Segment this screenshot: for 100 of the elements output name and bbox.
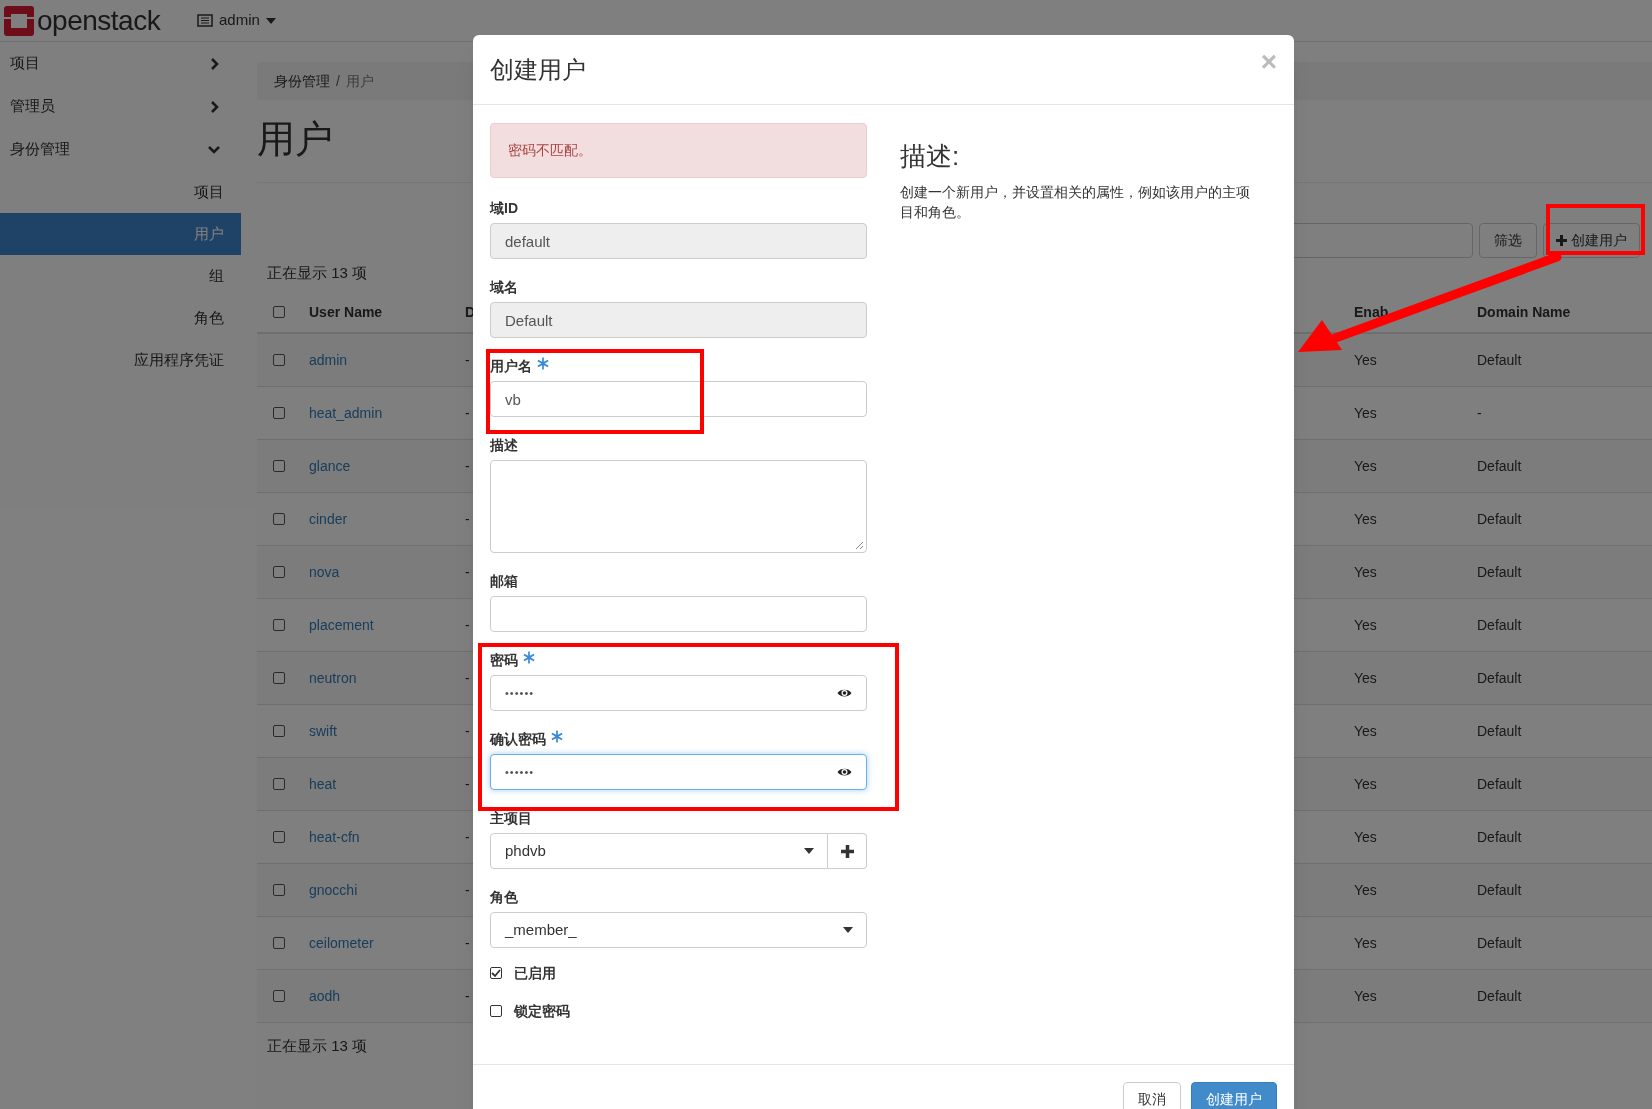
table-cell: Default xyxy=(1477,934,1522,951)
user-link[interactable]: heat_admin xyxy=(309,404,383,421)
field-label: 确认密码 xyxy=(490,729,546,749)
password-field[interactable]: •••••• xyxy=(490,675,867,711)
user-link[interactable]: placement xyxy=(309,616,374,633)
checkbox-label: 已启用 xyxy=(514,963,556,983)
field-label: 域ID xyxy=(490,198,518,218)
checkbox[interactable] xyxy=(490,967,502,979)
user-link[interactable]: ceilometer xyxy=(309,934,374,951)
checkbox[interactable] xyxy=(273,566,285,578)
field-label: 描述 xyxy=(490,435,518,455)
checkbox[interactable] xyxy=(273,513,285,525)
select-field[interactable]: phdvb xyxy=(490,833,828,869)
field-label: 角色 xyxy=(490,887,518,907)
checkbox[interactable] xyxy=(273,619,285,631)
sidebar-item[interactable]: 角色 xyxy=(0,297,241,339)
user-link[interactable]: aodh xyxy=(309,987,341,1004)
help-text: 创建一个新用户，并设置相关的属性，例如该用户的主项目和角色。 xyxy=(900,183,1251,222)
table-cell: Yes xyxy=(1354,404,1377,421)
help-title: 描述: xyxy=(900,140,961,173)
sidebar-item[interactable]: 组 xyxy=(0,255,241,297)
table-cell: - xyxy=(465,987,470,1004)
checkbox[interactable] xyxy=(273,778,285,790)
resize-handle-icon xyxy=(854,540,864,550)
user-link[interactable]: heat xyxy=(309,775,337,792)
table-cell: Default xyxy=(1477,722,1522,739)
table-cell: Yes xyxy=(1354,669,1377,686)
eye-icon xyxy=(837,688,852,698)
table-cell: Yes xyxy=(1354,616,1377,633)
checkbox[interactable] xyxy=(273,306,285,318)
table-cell: Default xyxy=(1477,616,1522,633)
field-label: 密码 xyxy=(490,650,518,670)
table-cell: Default xyxy=(1477,563,1522,580)
table-cell: Yes xyxy=(1354,457,1377,474)
table-cell: Default xyxy=(1477,351,1522,368)
breadcrumb-separator: / xyxy=(336,71,340,91)
chevron-down-icon xyxy=(207,143,221,156)
sidebar-section[interactable]: 项目 xyxy=(0,42,241,85)
select-field[interactable]: _member_ xyxy=(490,912,867,948)
chevron-right-icon xyxy=(209,56,221,71)
add-project-button[interactable] xyxy=(828,833,867,869)
caret-icon xyxy=(804,848,814,854)
user-link[interactable]: nova xyxy=(309,563,340,580)
eye-icon xyxy=(837,767,852,777)
table-cell: - xyxy=(465,934,470,951)
table-cell: Yes xyxy=(1354,775,1377,792)
table-cell: - xyxy=(465,404,470,421)
item-count: 正在显示 13 项 xyxy=(267,1036,368,1056)
password-field[interactable]: •••••• xyxy=(490,754,867,790)
checkbox[interactable] xyxy=(273,725,285,737)
table-cell: - xyxy=(465,881,470,898)
table-cell: - xyxy=(465,669,470,686)
password-value: •••••• xyxy=(505,685,535,701)
cancel-button[interactable]: 取消 xyxy=(1123,1082,1181,1109)
logo-icon xyxy=(4,5,34,36)
create-user-button[interactable]: 创建用户 xyxy=(1191,1082,1277,1109)
column-header: Enab xyxy=(1354,302,1390,322)
table-cell: - xyxy=(465,722,470,739)
table-cell: Default xyxy=(1477,828,1522,845)
sidebar-item[interactable]: 应用程序凭证 xyxy=(0,339,241,381)
sidebar-item[interactable]: 项目 xyxy=(0,171,241,213)
table-cell: Default xyxy=(1477,669,1522,686)
table-cell: Yes xyxy=(1354,510,1377,527)
checkbox[interactable] xyxy=(273,937,285,949)
user-link[interactable]: glance xyxy=(309,457,351,474)
table-cell: Default xyxy=(1477,457,1522,474)
user-link[interactable]: gnocchi xyxy=(309,881,358,898)
column-header: Domain Name xyxy=(1477,302,1572,322)
table-cell: - xyxy=(465,616,470,633)
sidebar-item[interactable]: 用户 xyxy=(0,213,241,255)
sidebar-section[interactable]: 管理员 xyxy=(0,85,241,128)
checkbox[interactable] xyxy=(273,354,285,366)
breadcrumb-item: 用户 xyxy=(345,71,374,91)
checkbox-label: 锁定密码 xyxy=(514,1001,570,1021)
check-icon xyxy=(491,968,501,978)
checkbox[interactable] xyxy=(490,1005,502,1017)
filter-button[interactable]: 筛选 xyxy=(1479,223,1537,258)
checkbox[interactable] xyxy=(273,407,285,419)
user-link[interactable]: swift xyxy=(309,722,337,739)
table-cell: - xyxy=(465,775,470,792)
breadcrumb-item[interactable]: 身份管理 xyxy=(274,70,330,92)
table-cell: Yes xyxy=(1354,987,1377,1004)
project-menu[interactable]: admin xyxy=(197,9,276,32)
user-link[interactable]: cinder xyxy=(309,510,348,527)
user-link[interactable]: neutron xyxy=(309,669,357,686)
table-cell: - xyxy=(1477,404,1482,421)
chevron-right-icon xyxy=(209,99,221,114)
checkbox[interactable] xyxy=(273,672,285,684)
user-link[interactable]: heat-cfn xyxy=(309,828,360,845)
table-cell: - xyxy=(465,563,470,580)
caret-icon xyxy=(843,927,853,933)
user-link[interactable]: admin xyxy=(309,351,348,368)
checkbox[interactable] xyxy=(273,884,285,896)
checkbox[interactable] xyxy=(273,460,285,472)
checkbox[interactable] xyxy=(273,990,285,1002)
text-field[interactable] xyxy=(490,596,867,632)
checkbox[interactable] xyxy=(273,831,285,843)
sidebar-section[interactable]: 身份管理 xyxy=(0,128,241,171)
table-cell: Default xyxy=(1477,510,1522,527)
field-label: 域名 xyxy=(490,277,518,297)
